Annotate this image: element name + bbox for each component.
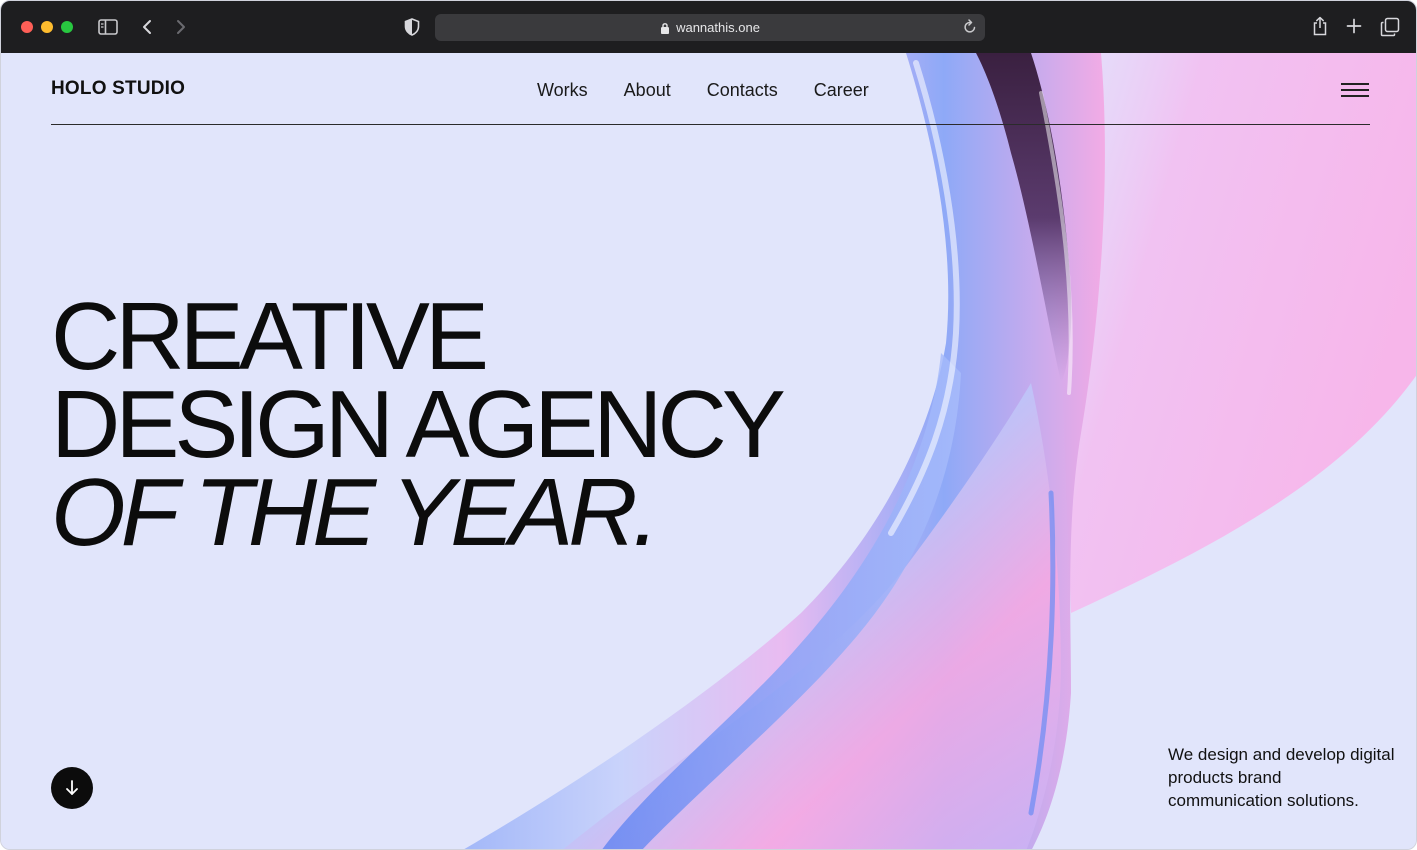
address-bar[interactable]: wannathis.one xyxy=(435,14,985,41)
nav-link-contacts[interactable]: Contacts xyxy=(707,80,778,101)
scroll-down-button[interactable] xyxy=(51,767,93,809)
hero-headline: CREATIVE DESIGN AGENCY OF THE YEAR. xyxy=(51,283,786,566)
headline-line-1: CREATIVE xyxy=(51,283,489,390)
headline-line-2: DESIGN AGENCY xyxy=(51,371,786,478)
nav-link-works[interactable]: Works xyxy=(537,80,588,101)
browser-window: wannathis.one HOLO STUDIO Works About Co… xyxy=(0,0,1417,850)
lock-icon xyxy=(660,22,670,34)
window-controls xyxy=(21,21,73,33)
reload-icon[interactable] xyxy=(963,19,977,38)
sidebar-icon[interactable] xyxy=(97,17,119,37)
share-icon[interactable] xyxy=(1309,15,1331,37)
close-window-button[interactable] xyxy=(21,21,33,33)
chevron-left-icon[interactable] xyxy=(139,17,155,37)
browser-toolbar: wannathis.one xyxy=(1,1,1416,53)
url-text: wannathis.one xyxy=(676,20,760,35)
nav-link-career[interactable]: Career xyxy=(814,80,869,101)
arrow-down-icon xyxy=(66,780,78,795)
minimize-window-button[interactable] xyxy=(41,21,53,33)
chevron-right-icon[interactable] xyxy=(173,17,189,37)
hamburger-menu-icon[interactable] xyxy=(1339,81,1371,101)
nav-link-about[interactable]: About xyxy=(624,80,671,101)
zoom-window-button[interactable] xyxy=(61,21,73,33)
shield-icon[interactable] xyxy=(402,17,422,37)
site-logo[interactable]: HOLO STUDIO xyxy=(51,78,185,100)
hero-tagline: We design and develop digital products b… xyxy=(1168,745,1395,810)
main-nav: Works About Contacts Career xyxy=(537,80,869,101)
headline-line-3: OF THE YEAR. xyxy=(51,459,659,566)
tabs-overview-icon[interactable] xyxy=(1379,16,1401,38)
header-divider xyxy=(51,124,1370,125)
plus-icon[interactable] xyxy=(1344,16,1364,36)
web-page: HOLO STUDIO Works About Contacts Career … xyxy=(1,53,1416,849)
